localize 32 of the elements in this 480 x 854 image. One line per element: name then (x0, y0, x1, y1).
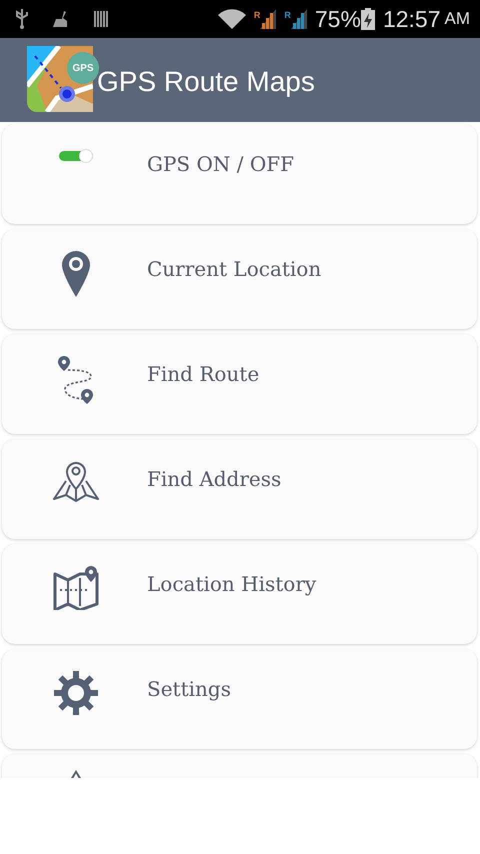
menu-label: Current Location (147, 256, 322, 283)
menu-item[interactable]: Settings (2, 649, 477, 749)
menu-label: Find Route (147, 361, 260, 388)
battery-charging-icon (360, 8, 375, 30)
barcode-icon (94, 11, 108, 27)
menu-item[interactable]: Find Address (2, 439, 477, 539)
usb-icon (16, 9, 28, 29)
broom-icon (52, 11, 70, 27)
menu-label: GPS ON / OFF (147, 151, 294, 178)
menu-label: Find Address (147, 466, 282, 493)
route-icon (57, 356, 95, 404)
navigation-arrow-icon (71, 770, 81, 778)
clock: 12:57 (382, 8, 440, 30)
menu-item[interactable]: Location History (2, 544, 477, 644)
menu-item[interactable]: Find Route (2, 334, 477, 434)
menu-item[interactable]: GPS ON / OFF (2, 124, 477, 224)
menu-label: Location History (147, 571, 316, 598)
app-title: GPS Route Maps (97, 64, 315, 99)
battery-percent: 75% (314, 8, 361, 30)
folded-map-icon (53, 566, 99, 610)
map-pin-icon (52, 461, 100, 503)
signal-icon (260, 9, 276, 29)
menu-item[interactable]: Current Location (2, 229, 477, 329)
wifi-icon (218, 9, 246, 29)
roaming-label: R (284, 11, 291, 20)
roaming-label: R (254, 11, 260, 20)
location-pin-icon (62, 251, 90, 297)
clock-period: AM (444, 8, 470, 30)
settings-icon (54, 671, 98, 715)
toggle-switch[interactable] (58, 148, 94, 164)
menu-label: Settings (147, 676, 231, 703)
signal-icon (290, 9, 307, 29)
